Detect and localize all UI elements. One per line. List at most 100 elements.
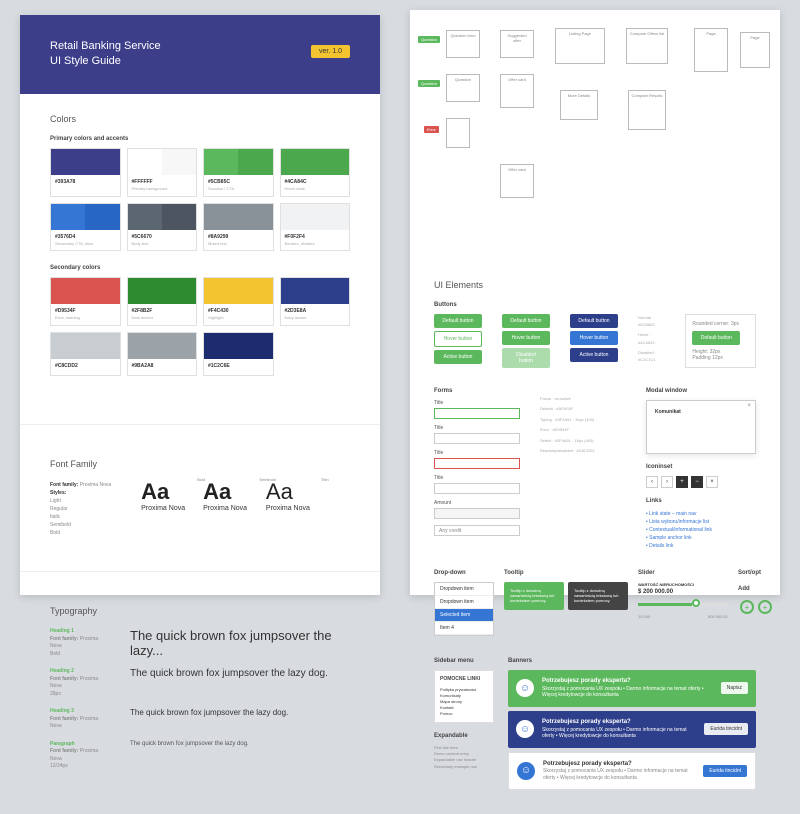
section-title: Font Family — [50, 459, 350, 469]
spec-box: Rounded corner: 3px Default button Heigh… — [685, 314, 756, 368]
expandable-row[interactable]: Secondary example row — [434, 764, 494, 770]
tooltip: Tooltip z dowolną zawartością tekstową l… — [504, 582, 564, 610]
state-label: Disabled · #C1C1C1 — [638, 349, 665, 363]
text-input[interactable] — [434, 433, 520, 444]
link[interactable]: • Sample anchor link — [646, 534, 756, 542]
banner-button[interactable]: Eurida tincidnt — [703, 765, 747, 777]
color-swatch: #F4C430Highlight — [203, 277, 274, 326]
active-button[interactable]: Active button — [434, 350, 482, 364]
plus-icon[interactable]: + — [676, 476, 688, 488]
chat-icon: ☺ — [516, 720, 534, 738]
link[interactable]: • Contextual/informational link — [646, 526, 756, 534]
dropdown-menu[interactable]: Dropdown itemDropdown itemSelected itemI… — [434, 582, 494, 636]
flow-node: Offer card — [500, 74, 534, 108]
font-sample-semibold: Aa — [203, 479, 231, 504]
document-header: Retail Banking Service UI Style Guide ve… — [20, 15, 380, 94]
sidebar-item[interactable]: Pomoc — [440, 711, 488, 717]
style-guide-page-1: Retail Banking Service UI Style Guide ve… — [20, 15, 380, 595]
banner: ☺ Potrzebujesz porady eksperta?Skorzysta… — [508, 752, 756, 791]
secondary-color-grid: #D9534FError, warning#2F8B2FDark accent#… — [50, 277, 350, 376]
typography-section: Typography Heading 1Font family: Proxima… — [20, 586, 380, 801]
hover-button[interactable]: Hover button — [570, 331, 618, 345]
minus-icon[interactable]: − — [691, 476, 703, 488]
sidebar-label: Sidebar menu — [434, 658, 494, 664]
hover-button[interactable]: Hover button — [434, 331, 482, 347]
version-badge: ver. 1.0 — [311, 45, 350, 58]
dropdown-item[interactable]: Dropdown item — [435, 583, 493, 596]
typography-row: ParagraphFont family: Proxima Nova 12/24… — [50, 741, 350, 771]
links-list: • Link state – main nav• Lista wyboru/in… — [646, 510, 756, 550]
tooltip: Tooltip z dowolną zawartością tekstową l… — [568, 582, 628, 610]
text-input[interactable] — [434, 483, 520, 494]
document-title: Retail Banking Service UI Style Guide — [50, 39, 350, 70]
disabled-button: Disabled button — [502, 348, 550, 368]
text-input — [434, 508, 520, 519]
close-icon[interactable]: × — [747, 403, 751, 409]
modal-window: × Komunikat — [646, 400, 756, 454]
close-icon[interactable]: × — [706, 476, 718, 488]
slider-label: Slider — [638, 570, 728, 576]
field-hint: Select · #3F4A51 · 16px (400) — [540, 436, 626, 446]
typography-row: Heading 2Font family: Proxima Nova 28pxT… — [50, 668, 350, 698]
slider-control[interactable]: WARTOŚĆ NIERUCHOMOŚCI $ 200 000.00 10 00… — [638, 582, 728, 619]
default-button[interactable]: Default button — [434, 314, 482, 328]
field-hint: Error · #D9534F — [540, 425, 626, 435]
select-input[interactable]: Any credit — [434, 525, 520, 536]
banner-button[interactable]: Eurida tincidnt — [704, 723, 748, 735]
active-button[interactable]: Active button — [570, 348, 618, 362]
secondary-colors-label: Secondary colors — [50, 265, 350, 271]
color-swatch: #3576D4Secondary CTA, links — [50, 203, 121, 252]
state-label: Hover · #4CA84C — [638, 331, 665, 345]
chevron-left-icon[interactable]: ‹ — [646, 476, 658, 488]
add-label: Add — [738, 586, 774, 592]
link[interactable]: • Details link — [646, 542, 756, 550]
font-sample-thin: Aa — [266, 479, 293, 504]
typography-row: Heading 1Font family: Proxima Nova BoldT… — [50, 628, 350, 658]
color-swatch: #8A9299Muted text — [203, 203, 274, 252]
field-hint: Default · #AFAFAF — [540, 404, 626, 414]
add-circle-button[interactable]: + — [758, 600, 772, 614]
primary-colors-label: Primary colors and accents — [50, 136, 350, 142]
font-sample-bold: Aa — [141, 479, 169, 504]
flow-node: Suggested offer — [500, 30, 534, 58]
default-button[interactable]: Default button — [570, 314, 618, 328]
color-swatch: #1C2C6E — [203, 332, 274, 376]
color-swatch: #4CA84CHover state — [280, 148, 351, 197]
add-circle-button[interactable]: + — [740, 600, 754, 614]
primary-color-grid: #393A78#FFFFFFPrimary background#5CB85CS… — [50, 148, 350, 252]
color-swatch: #2D3E8ANavy accent — [280, 277, 351, 326]
field-hint: Typing · #3F4A51 · 16px (400) — [540, 415, 626, 425]
section-title: Typography — [50, 606, 350, 616]
font-samples: AaBold Proxima Nova AaSemibold Proxima N… — [141, 481, 310, 512]
sort-label: Sort/opt — [738, 570, 774, 576]
section-title: Colors — [50, 114, 350, 124]
banner: ☺ Potrzebujesz porady eksperta?Skorzysta… — [508, 670, 756, 707]
link[interactable]: • Link state – main nav — [646, 510, 756, 518]
field-hint: Focus · on-active — [540, 394, 626, 404]
color-swatch: #2F8B2FDark accent — [127, 277, 198, 326]
color-swatch: #FFFFFFPrimary background — [127, 148, 198, 197]
ui-elements-section: UI Elements Buttons Default button Hover… — [410, 260, 780, 814]
default-button[interactable]: Default button — [502, 314, 550, 328]
flow-tag: Question — [418, 80, 440, 87]
banner-button[interactable]: Napisz — [721, 682, 748, 694]
sidebar-menu: POMOCNE LINKI Polityka prywatnościKomuni… — [434, 670, 494, 723]
flow-node: Page — [694, 28, 728, 72]
text-input[interactable] — [434, 408, 520, 419]
chevron-right-icon[interactable]: › — [661, 476, 673, 488]
color-swatch: #F0F2F4Borders, dividers — [280, 203, 351, 252]
flow-tag: Error — [424, 126, 439, 133]
flow-node: Offer card — [500, 164, 534, 198]
banners-label: Banners — [508, 658, 756, 664]
dropdown-item[interactable]: Selected item — [435, 609, 493, 622]
dropdown-item[interactable]: Item 4 — [435, 622, 493, 635]
color-swatch: #5CB85CSuccess / CTA — [203, 148, 274, 197]
hover-button[interactable]: Hover button — [502, 331, 550, 345]
dropdown-item[interactable]: Dropdown item — [435, 596, 493, 609]
font-section: Font Family Font family: Proxima Nova St… — [20, 439, 380, 557]
flow-node: Listing Page — [555, 28, 605, 64]
link[interactable]: • Lista wyboru/informacje list — [646, 518, 756, 526]
text-input[interactable] — [434, 458, 520, 469]
banner: ☺ Potrzebujesz porady eksperta?Skorzysta… — [508, 711, 756, 748]
typography-row: Heading 3Font family: Proxima NovaThe qu… — [50, 708, 350, 731]
